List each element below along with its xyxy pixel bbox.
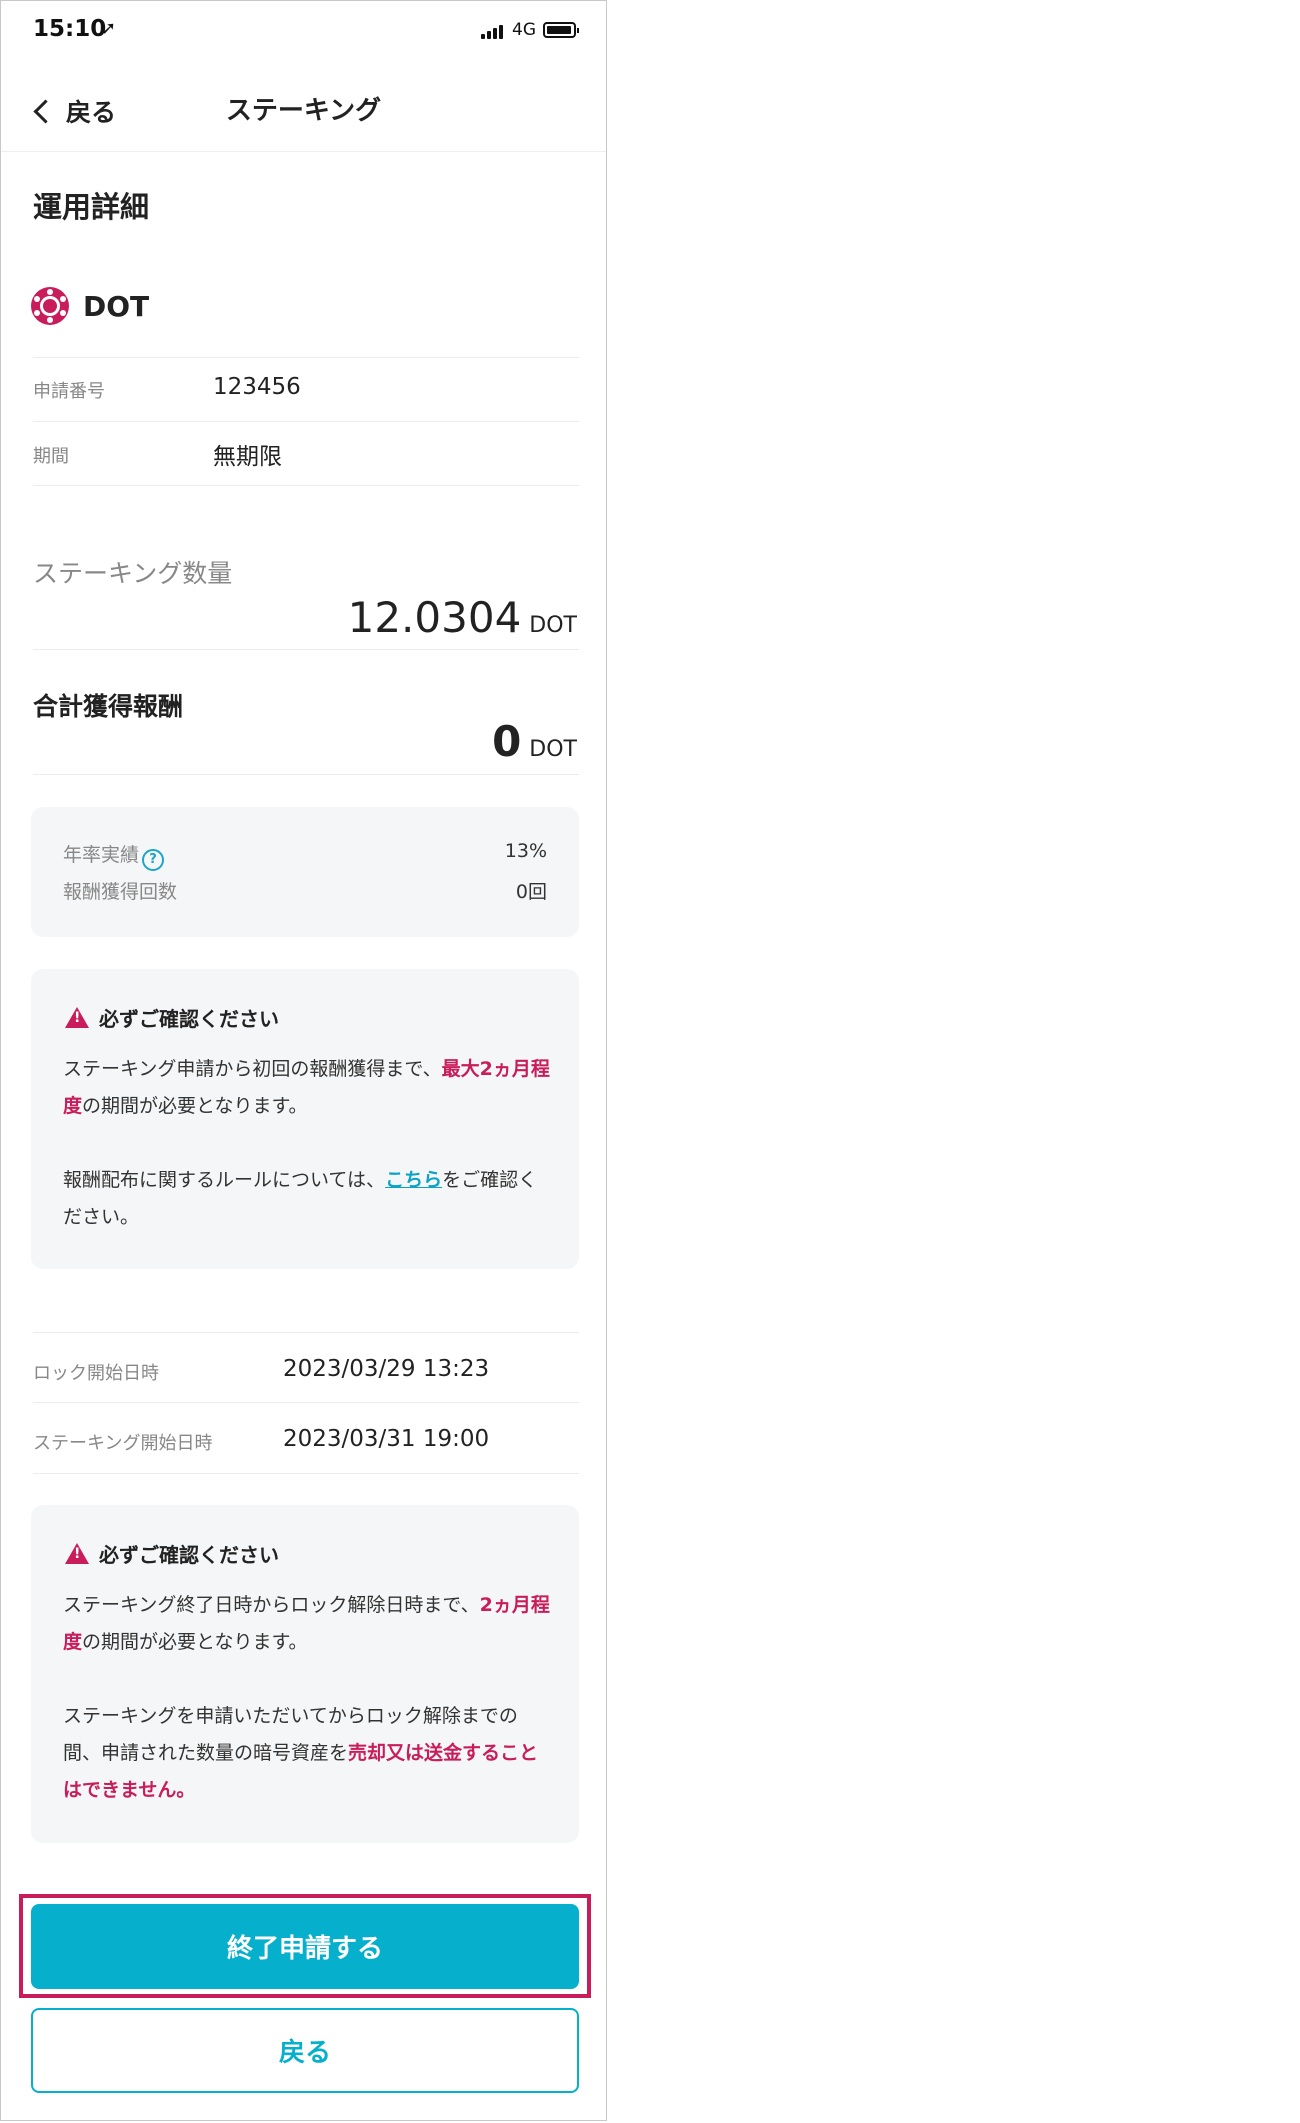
section-title: 運用詳細	[33, 190, 150, 224]
notice-title: 必ずご確認ください	[65, 1539, 279, 1568]
period-value: 無期限	[213, 444, 282, 470]
warning-icon	[65, 1007, 89, 1028]
staking-amount-unit: DOT	[529, 613, 577, 638]
battery-icon	[543, 22, 579, 38]
notice-text: ステーキング終了日時からロック解除日時まで、	[63, 1594, 480, 1616]
phone-screen: 15:10 ➚ 4G 戻る ステーキング 運用詳細 DOT 申請番号 12345…	[0, 0, 607, 2121]
annual-rate-value: 13%	[504, 840, 547, 862]
page-title: ステーキング	[225, 96, 382, 126]
divider	[33, 357, 579, 358]
staking-start-label: ステーキング開始日時	[33, 1433, 213, 1454]
stats-box: 年率実績? 13% 報酬獲得回数 0回	[31, 807, 579, 937]
status-bar: 15:10 ➚ 4G	[1, 1, 606, 61]
annual-rate-label: 年率実績	[63, 844, 140, 866]
notice-paragraph: ステーキング申請から初回の報酬獲得まで、最大2ヵ月程度の期間が必要となります。	[63, 1051, 553, 1125]
back-bottom-button[interactable]: 戻る	[31, 2008, 579, 2093]
divider	[33, 1473, 579, 1474]
coin-name: DOT	[83, 289, 150, 323]
notice-paragraph: ステーキング終了日時からロック解除日時まで、2ヵ月程度の期間が必要となります。	[63, 1587, 553, 1661]
notice-paragraph: 報酬配布に関するルールについては、こちらをご確認ください。	[63, 1162, 553, 1236]
end-application-button[interactable]: 終了申請する	[31, 1904, 579, 1989]
notice-text: の期間が必要となります。	[82, 1095, 308, 1117]
application-number-value: 123456	[213, 374, 301, 400]
notice-title-text: 必ずご確認ください	[99, 1007, 279, 1031]
help-icon[interactable]: ?	[142, 849, 165, 871]
rules-link[interactable]: こちら	[385, 1169, 442, 1191]
divider	[33, 1332, 579, 1333]
divider	[33, 485, 579, 486]
reward-count-value: 0回	[515, 881, 547, 903]
notice-text: ステーキング申請から初回の報酬獲得まで、	[63, 1058, 442, 1080]
reward-count-row: 報酬獲得回数 0回	[63, 877, 547, 904]
divider	[33, 1402, 579, 1403]
notice-title-text: 必ずご確認ください	[99, 1543, 279, 1567]
divider	[33, 774, 579, 775]
divider	[33, 421, 579, 422]
period-label: 期間	[33, 446, 69, 467]
coin-header: DOT	[31, 287, 149, 325]
notice-paragraph: ステーキングを申請いただいてからロック解除までの間、申請された数量の暗号資産を売…	[63, 1698, 553, 1809]
lock-start-value: 2023/03/29 13:23	[283, 1356, 490, 1382]
polkadot-logo-icon	[31, 287, 69, 325]
status-time: 15:10	[33, 16, 107, 42]
total-reward-unit: DOT	[529, 737, 577, 762]
warning-icon	[65, 1543, 89, 1564]
staking-amount-label: ステーキング数量	[33, 559, 233, 588]
divider	[33, 649, 579, 650]
notice-box: 必ずご確認ください ステーキング終了日時からロック解除日時まで、2ヵ月程度の期間…	[31, 1505, 579, 1843]
annual-rate-row: 年率実績? 13%	[63, 840, 547, 871]
staking-amount-value: 12.0304	[347, 593, 522, 642]
notice-text: 報酬配布に関するルールについては、	[63, 1169, 386, 1191]
notice-title: 必ずご確認ください	[65, 1003, 279, 1032]
notice-box: 必ずご確認ください ステーキング申請から初回の報酬獲得まで、最大2ヵ月程度の期間…	[31, 969, 579, 1269]
location-arrow-icon: ➚	[101, 18, 117, 39]
nav-bar: 戻る ステーキング	[1, 71, 606, 152]
network-type: 4G	[512, 20, 536, 40]
signal-icon	[481, 23, 511, 39]
total-reward: 0 DOT	[492, 717, 577, 766]
reward-count-label: 報酬獲得回数	[63, 881, 178, 903]
total-reward-label: 合計獲得報酬	[33, 692, 184, 721]
notice-text: の期間が必要となります。	[82, 1631, 308, 1653]
application-number-label: 申請番号	[33, 381, 105, 402]
total-reward-value: 0	[492, 717, 522, 766]
staking-start-value: 2023/03/31 19:00	[283, 1426, 490, 1452]
lock-start-label: ロック開始日時	[33, 1363, 159, 1384]
staking-amount: 12.0304 DOT	[348, 593, 577, 642]
